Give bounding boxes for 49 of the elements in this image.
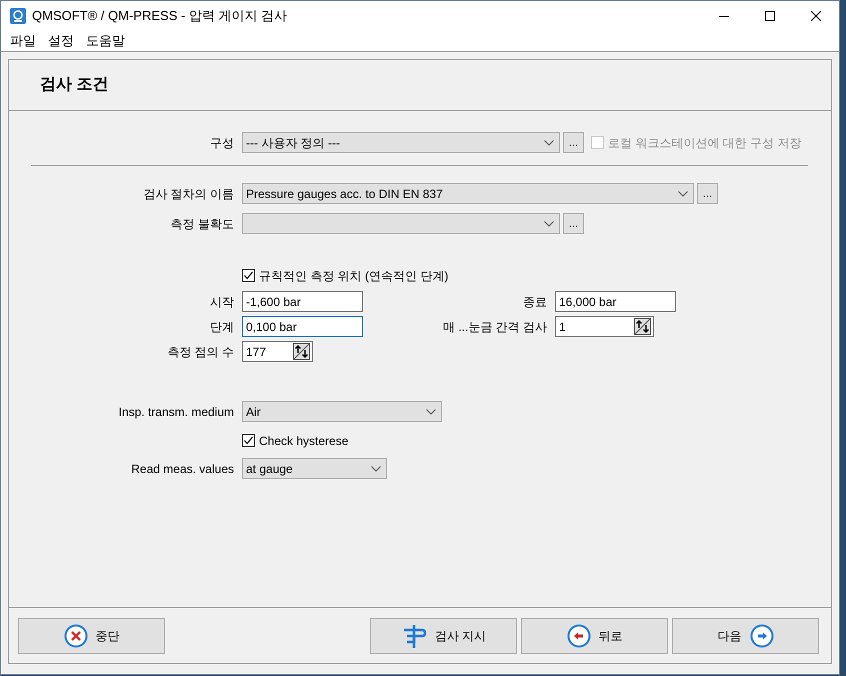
input-field[interactable]: -1,600 bar <box>242 291 363 312</box>
chevron-down-icon <box>426 408 436 414</box>
chevron-down-icon <box>544 140 554 146</box>
checkbox[interactable] <box>242 269 255 282</box>
field-label: 측정 불확도 <box>170 216 235 232</box>
field-label: 측정 점의 수 <box>166 344 235 360</box>
checkbox-label: Check hysterese <box>259 432 348 450</box>
chevron-down-icon <box>678 190 688 196</box>
input-field[interactable]: 0,100 bar <box>242 316 363 337</box>
section-title: 검사 조건 <box>40 75 108 95</box>
spinner-icon[interactable] <box>634 318 651 335</box>
menu-item[interactable]: 설정 <box>42 31 80 51</box>
checkbox[interactable] <box>242 434 255 447</box>
browse-button[interactable]: ... <box>697 183 718 204</box>
close-circle-icon <box>64 624 88 648</box>
browse-button[interactable]: ... <box>563 132 584 153</box>
menu-item[interactable]: 도움말 <box>80 31 131 51</box>
field-label: 단계 <box>209 318 235 336</box>
field-label: Insp. transm. medium <box>118 404 235 420</box>
input-field[interactable]: 177 <box>242 341 313 362</box>
field-label: 종료 <box>522 294 548 310</box>
browse-button[interactable]: ... <box>563 213 584 234</box>
cancel-button[interactable]: 중단 <box>18 618 165 654</box>
arrow-right-circle-icon <box>750 624 774 648</box>
field-label: 매 ...눈금 간격 검사 <box>442 318 548 336</box>
field-label: Read meas. values <box>130 460 235 478</box>
back-button[interactable]: 뒤로 <box>521 618 668 654</box>
field-label: 구성 <box>209 134 235 152</box>
field-label: 시작 <box>209 294 235 310</box>
app-icon <box>10 8 26 24</box>
close-icon[interactable] <box>811 11 821 21</box>
input-field[interactable]: 1 <box>555 316 654 337</box>
spinner-icon[interactable] <box>293 343 310 360</box>
next-button[interactable]: 다음 <box>672 618 819 654</box>
input-field[interactable]: 16,000 bar <box>555 291 676 312</box>
maximize-icon[interactable] <box>765 11 775 21</box>
menu-item[interactable]: 파일 <box>4 31 42 51</box>
chevron-down-icon <box>544 220 554 226</box>
field-label: 검사 절차의 이름 <box>142 186 235 202</box>
dropdown[interactable]: --- 사용자 정의 --- <box>242 132 560 153</box>
dropdown[interactable]: Pressure gauges acc. to DIN EN 837 <box>242 183 694 204</box>
dropdown[interactable]: at gauge <box>242 458 387 479</box>
instruction-button[interactable]: 검사 지시 <box>370 618 517 654</box>
chevron-down-icon <box>371 466 381 472</box>
window-title: QMSOFT® / QM-PRESS - 압력 게이지 검사 <box>32 7 288 26</box>
arrow-left-circle-icon <box>566 624 590 648</box>
checkbox-label: 규칙적인 측정 위치 (연속적인 단계) <box>259 268 448 284</box>
checkbox-label: 로컬 워크스테이션에 대한 구성 저장 <box>608 134 802 152</box>
dropdown[interactable]: Air <box>242 401 442 422</box>
